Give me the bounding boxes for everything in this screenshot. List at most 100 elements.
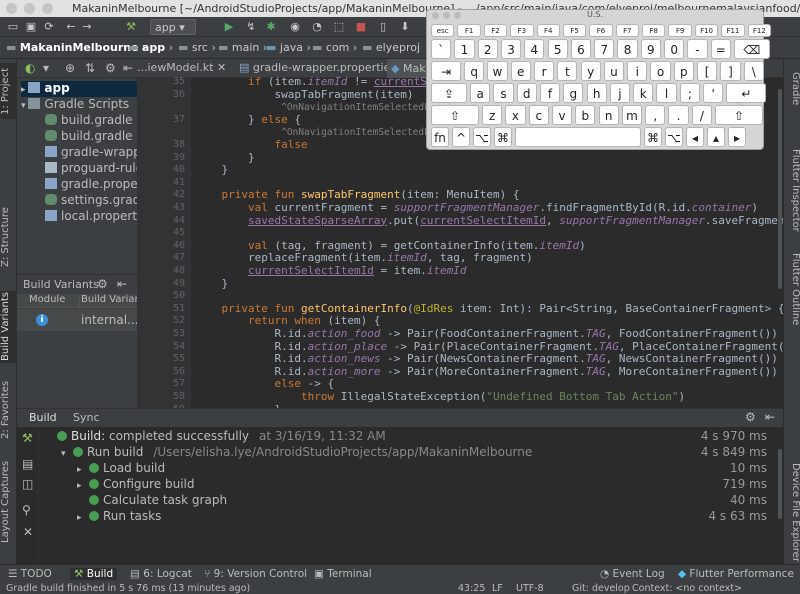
keyboard-key[interactable]: \ bbox=[743, 61, 764, 81]
breadcrumb-item-main[interactable]: ▬ main › bbox=[218, 41, 267, 54]
build-tree-row[interactable]: ▸ Configure build bbox=[77, 477, 605, 491]
keyboard-key[interactable]: ⇧ bbox=[715, 105, 763, 125]
attach-debugger-icon[interactable]: ⬚ bbox=[332, 19, 346, 35]
tree-item-gradle-scripts[interactable]: ▾ Gradle Scripts bbox=[21, 97, 129, 113]
tree-item-build-gradle-module[interactable]: build.gradle (M bbox=[45, 129, 137, 145]
build-tree-row[interactable]: Build: completed successfully at 3/16/19,… bbox=[45, 429, 605, 443]
code-line[interactable]: } bbox=[195, 151, 255, 164]
stop-icon[interactable]: ■ bbox=[354, 19, 368, 35]
keyboard-key[interactable]: r bbox=[533, 61, 555, 81]
keyboard-key[interactable]: 7 bbox=[594, 39, 615, 59]
build-tree-row[interactable]: Calculate task graph bbox=[77, 493, 605, 507]
keyboard-key[interactable]: 9 bbox=[640, 39, 661, 59]
expand-arrow-icon[interactable]: ▸ bbox=[77, 481, 89, 491]
apply-changes-icon[interactable]: ↯ bbox=[244, 19, 258, 35]
tab-terminal[interactable]: ▣ Terminal bbox=[314, 568, 372, 580]
keyboard-key[interactable]: ; bbox=[679, 83, 700, 103]
keyboard-key[interactable]: g bbox=[563, 83, 584, 103]
zoom-icon[interactable] bbox=[454, 12, 461, 19]
hammer-icon[interactable]: ⚒ bbox=[22, 431, 33, 445]
forward-icon[interactable]: → bbox=[80, 19, 94, 35]
keyboard-key[interactable]: ⇧ bbox=[431, 105, 479, 125]
keyboard-key[interactable]: ` bbox=[431, 39, 452, 59]
coverage-icon[interactable]: ◉ bbox=[288, 19, 302, 35]
minimize-window-button[interactable] bbox=[24, 3, 35, 14]
tab-version-control[interactable]: ⑂ 9: Version Control bbox=[204, 568, 307, 580]
keyboard-key[interactable]: i bbox=[627, 61, 648, 81]
zoom-window-button[interactable] bbox=[42, 3, 53, 14]
gear-icon[interactable]: ⚙ bbox=[745, 410, 756, 424]
tab-favorites[interactable]: 2: Favorites bbox=[0, 379, 17, 441]
keyboard-key[interactable]: fn bbox=[431, 127, 449, 147]
keyboard-key[interactable]: 2 bbox=[477, 39, 498, 59]
keyboard-key[interactable]: b bbox=[575, 105, 596, 125]
tree-item-gradle-wrapper[interactable]: gradle-wrappe bbox=[45, 145, 137, 161]
code-line[interactable]: R.id.action_news -> Pair(NewsContainerFr… bbox=[195, 352, 777, 365]
tab-flutter-inspector[interactable]: Flutter Inspector bbox=[784, 145, 800, 235]
keyboard-key[interactable]: n bbox=[598, 105, 619, 125]
code-line[interactable]: currentSelectItemId = item.itemId bbox=[195, 264, 467, 277]
keyboard-key[interactable]: F12 bbox=[747, 24, 771, 37]
keyboard-key[interactable]: 6 bbox=[570, 39, 592, 59]
tab-build[interactable]: ⚒ Build bbox=[70, 568, 118, 580]
keyboard-key[interactable]: 5 bbox=[547, 39, 568, 59]
tab-structure[interactable]: Z: Structure bbox=[0, 207, 17, 267]
tree-item-app[interactable]: ▸ app bbox=[21, 81, 137, 97]
hammer-icon[interactable]: ⚒ bbox=[124, 19, 138, 35]
expand-arrow-icon[interactable]: ▸ bbox=[77, 513, 89, 523]
minimize-icon[interactable] bbox=[443, 12, 450, 19]
keyboard-key[interactable]: j bbox=[609, 83, 631, 103]
code-line[interactable]: R.id.action_food -> Pair(FoodContainerFr… bbox=[195, 327, 777, 340]
run-config-select[interactable]: app ▾ bbox=[150, 19, 196, 35]
keyboard-key[interactable]: 8 bbox=[617, 39, 638, 59]
code-line[interactable]: private fun getContainerInfo(@IdRes item… bbox=[195, 302, 784, 315]
keyboard-key[interactable]: / bbox=[691, 105, 712, 125]
keyboard-key[interactable]: ' bbox=[703, 83, 724, 103]
gear-icon[interactable]: ⚙ bbox=[97, 277, 108, 291]
keyboard-key[interactable]: 3 bbox=[500, 39, 522, 59]
build-tree-row[interactable]: ▸ Load build bbox=[77, 461, 605, 475]
keyboard-key[interactable]: 1 bbox=[454, 39, 475, 59]
keyboard-key[interactable]: - bbox=[687, 39, 708, 59]
code-line[interactable]: val (tag, fragment) = getContainerInfo(i… bbox=[195, 239, 586, 252]
code-line[interactable]: } bbox=[195, 277, 228, 290]
keyboard-key[interactable]: F8 bbox=[642, 24, 666, 37]
back-icon[interactable]: ← bbox=[64, 19, 78, 35]
keyboard-key[interactable]: F1 bbox=[457, 24, 481, 37]
keyboard-key[interactable]: h bbox=[586, 83, 607, 103]
keyboard-key[interactable]: o bbox=[650, 61, 671, 81]
keyboard-key[interactable]: F2 bbox=[483, 24, 508, 37]
keyboard-key[interactable]: c bbox=[528, 105, 549, 125]
keyboard-key[interactable]: s bbox=[493, 83, 514, 103]
keyboard-key[interactable]: e bbox=[510, 61, 531, 81]
tab-flutter-outline[interactable]: Flutter Outline bbox=[784, 249, 800, 329]
tab-build-output[interactable]: Build bbox=[29, 411, 57, 424]
hide-icon[interactable]: ⇤ bbox=[117, 277, 127, 291]
keyboard-key[interactable]: ⌘ bbox=[494, 127, 512, 147]
tab-logcat[interactable]: ▤ 6: Logcat bbox=[130, 568, 192, 580]
file-encoding[interactable]: UTF-8 bbox=[516, 583, 544, 594]
line-separator[interactable]: LF bbox=[492, 583, 503, 594]
chevron-down-icon[interactable]: ▾ bbox=[43, 61, 49, 75]
breadcrumb-item-app[interactable]: ▬ app › bbox=[128, 41, 173, 54]
keyboard-key[interactable]: [ bbox=[697, 61, 718, 81]
code-line[interactable]: R.id.action_more -> Pair(MoreContainerFr… bbox=[195, 365, 777, 378]
keyboard-key[interactable]: t bbox=[557, 61, 578, 81]
keyboard-key[interactable]: , bbox=[645, 105, 666, 125]
code-line[interactable]: ^OnNavigationItemSelectedListen bbox=[195, 100, 458, 113]
keyboard-key[interactable]: ⌫ bbox=[733, 39, 770, 59]
keyboard-key[interactable]: ⌥ bbox=[473, 127, 491, 147]
save-icon[interactable]: ▣ bbox=[24, 19, 38, 35]
sync-icon[interactable]: ⟳ bbox=[42, 19, 56, 35]
tree-item-local-properties[interactable]: local.propertie bbox=[45, 209, 137, 225]
keyboard-key[interactable]: . bbox=[668, 105, 689, 125]
breadcrumb-item-src[interactable]: ▬ src › bbox=[178, 41, 216, 54]
keyboard-key[interactable]: 4 bbox=[524, 39, 545, 59]
debug-icon[interactable]: ✱ bbox=[264, 19, 278, 35]
build-variant-value[interactable]: internal... bbox=[81, 313, 139, 327]
keyboard-key[interactable]: ↵ bbox=[726, 83, 767, 103]
tree-item-build-gradle-project[interactable]: build.gradle (P bbox=[45, 113, 137, 129]
keyboard-key[interactable] bbox=[515, 127, 641, 147]
code-line[interactable]: replaceFragment(item.itemId, tag, fragme… bbox=[195, 251, 533, 264]
keyboard-key[interactable]: l bbox=[656, 83, 677, 103]
